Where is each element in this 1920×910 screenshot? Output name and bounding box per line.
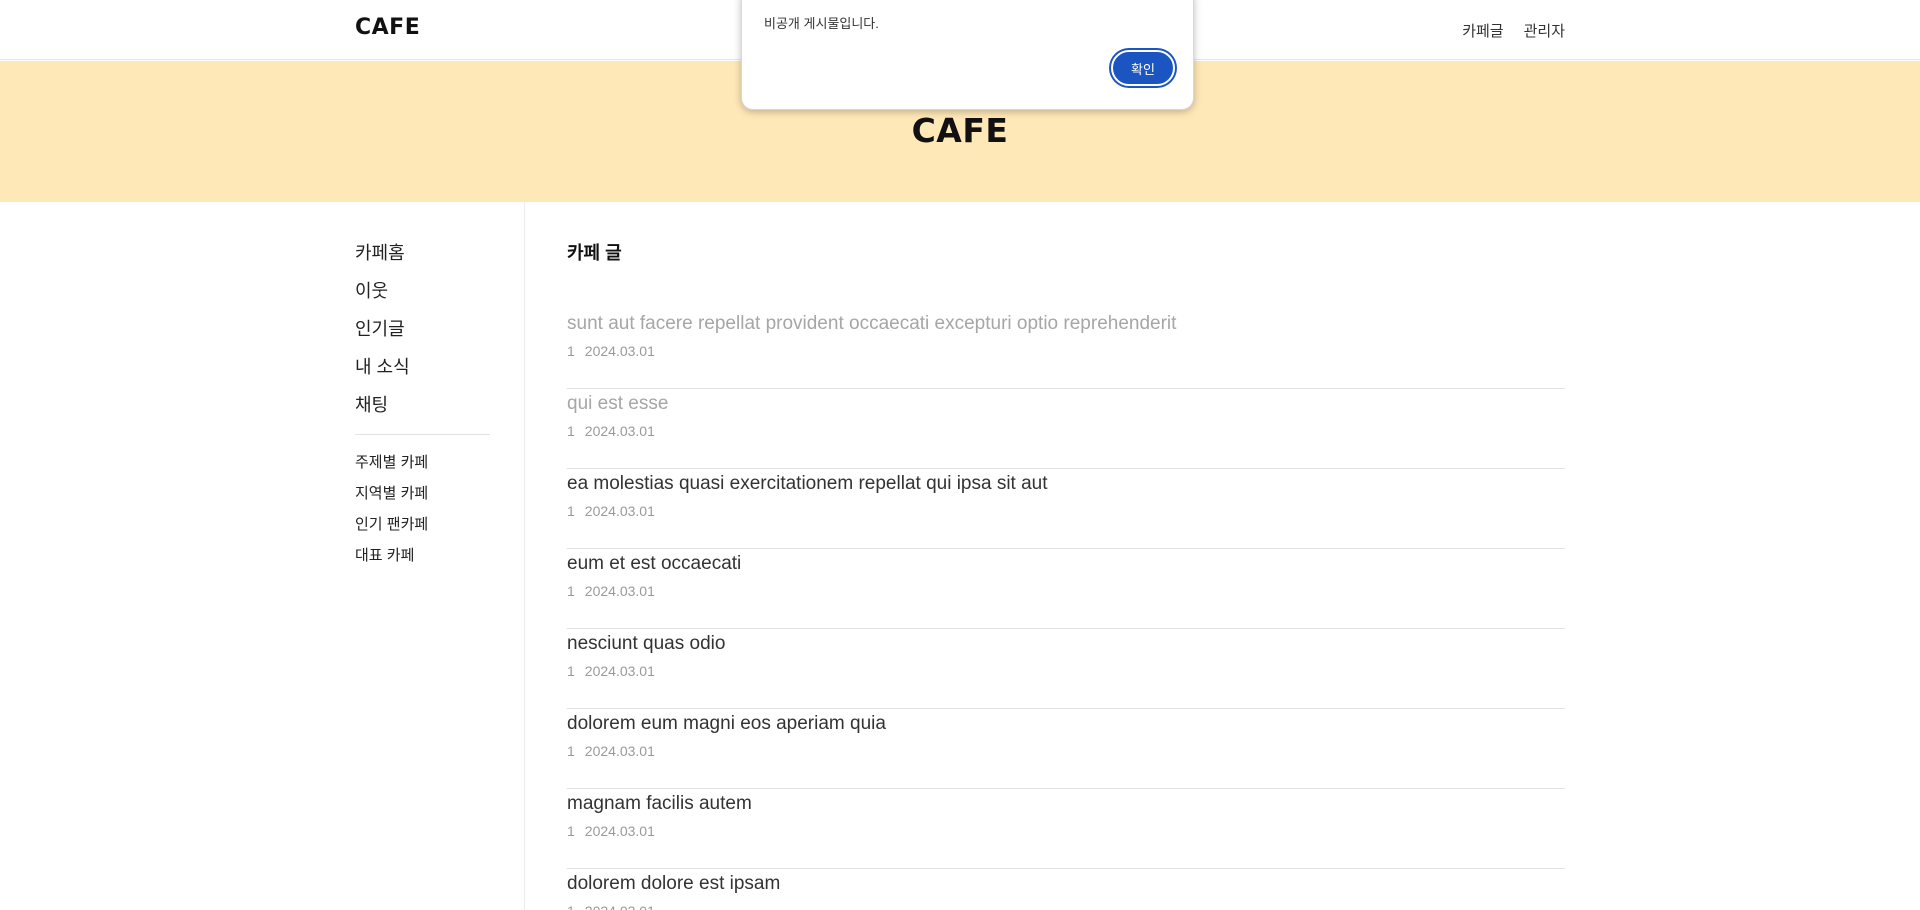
post-count: 1 — [567, 823, 575, 839]
post-meta: 1 2024.03.01 — [567, 423, 1565, 439]
post-count: 1 — [567, 583, 575, 599]
post-title[interactable]: sunt aut facere repellat provident occae… — [567, 311, 1565, 337]
page-title: 카페 글 — [567, 243, 622, 263]
main-content: 카페 글 sunt aut facere repellat provident … — [567, 202, 1565, 910]
post-item[interactable]: dolorem eum magni eos aperiam quia 1 2024.… — [567, 709, 1565, 789]
post-list: sunt aut facere repellat provident occae… — [567, 309, 1565, 910]
post-meta: 1 2024.03.01 — [567, 583, 1565, 599]
hero-title: CAFE — [911, 111, 1009, 150]
sidebar-divider — [355, 434, 490, 435]
post-meta: 1 2024.03.01 — [567, 503, 1565, 519]
sidebar-item-chat[interactable]: 채팅 — [355, 392, 524, 430]
post-date: 2024.03.01 — [584, 583, 655, 599]
post-title[interactable]: magnam facilis autem — [567, 791, 1565, 817]
post-count: 1 — [567, 743, 575, 759]
post-count: 1 — [567, 663, 575, 679]
post-count: 1 — [567, 343, 575, 359]
post-date: 2024.03.01 — [584, 743, 655, 759]
post-date: 2024.03.01 — [584, 663, 655, 679]
post-title[interactable]: ea molestias quasi exercitationem repell… — [567, 471, 1565, 497]
sidebar-item-region-cafes[interactable]: 지역별 카페 — [355, 484, 524, 515]
post-date: 2024.03.01 — [584, 503, 655, 519]
sidebar: 카페홈 이웃 인기글 내 소식 채팅 주제별 카페 지역별 카페 인기 팬카페 … — [355, 202, 525, 910]
post-count: 1 — [567, 423, 575, 439]
post-item[interactable]: ea molestias quasi exercitationem repell… — [567, 469, 1565, 549]
post-title[interactable]: qui est esse — [567, 391, 1565, 417]
post-item[interactable]: eum et est occaecati 1 2024.03.01 — [567, 549, 1565, 629]
post-count: 1 — [567, 903, 575, 910]
post-count: 1 — [567, 503, 575, 519]
confirm-button[interactable]: 확인 — [1111, 50, 1175, 86]
post-meta: 1 2024.03.01 — [567, 343, 1565, 359]
nav-link-cafe-posts[interactable]: 카페글 — [1462, 20, 1503, 41]
sidebar-item-fan-cafes[interactable]: 인기 팬카페 — [355, 515, 524, 546]
post-item[interactable]: dolorem dolore est ipsam 1 2024.03.01 — [567, 869, 1565, 910]
sidebar-item-featured-cafes[interactable]: 대표 카페 — [355, 546, 524, 577]
post-date: 2024.03.01 — [584, 343, 655, 359]
post-item[interactable]: sunt aut facere repellat provident occae… — [567, 309, 1565, 389]
alert-dialog: 비공개 게시물입니다. 확인 — [741, 0, 1194, 110]
sidebar-item-cafe-home[interactable]: 카페홈 — [355, 240, 524, 278]
post-meta: 1 2024.03.01 — [567, 823, 1565, 839]
dialog-message: 비공개 게시물입니다. — [764, 16, 879, 31]
post-meta: 1 2024.03.01 — [567, 903, 1565, 910]
post-date: 2024.03.01 — [584, 823, 655, 839]
sidebar-sub-menu: 주제별 카페 지역별 카페 인기 팬카페 대표 카페 — [355, 453, 524, 577]
post-meta: 1 2024.03.01 — [567, 663, 1565, 679]
logo[interactable]: CAFE — [355, 15, 420, 40]
post-meta: 1 2024.03.01 — [567, 743, 1565, 759]
post-item[interactable]: qui est esse 1 2024.03.01 — [567, 389, 1565, 469]
post-title[interactable]: nesciunt quas odio — [567, 631, 1565, 657]
sidebar-item-popular-posts[interactable]: 인기글 — [355, 316, 524, 354]
post-item[interactable]: nesciunt quas odio 1 2024.03.01 — [567, 629, 1565, 709]
post-date: 2024.03.01 — [584, 423, 655, 439]
sidebar-main-menu: 카페홈 이웃 인기글 내 소식 채팅 — [355, 240, 524, 430]
post-title[interactable]: eum et est occaecati — [567, 551, 1565, 577]
top-nav-links: 카페글 관리자 — [1462, 20, 1565, 41]
sidebar-item-topic-cafes[interactable]: 주제별 카페 — [355, 453, 524, 484]
post-title[interactable]: dolorem eum magni eos aperiam quia — [567, 711, 1565, 737]
sidebar-item-my-news[interactable]: 내 소식 — [355, 354, 524, 392]
sidebar-item-neighbors[interactable]: 이웃 — [355, 278, 524, 316]
post-item[interactable]: magnam facilis autem 1 2024.03.01 — [567, 789, 1565, 869]
nav-link-admin[interactable]: 관리자 — [1524, 20, 1565, 41]
post-title[interactable]: dolorem dolore est ipsam — [567, 871, 1565, 897]
post-date: 2024.03.01 — [585, 903, 655, 910]
